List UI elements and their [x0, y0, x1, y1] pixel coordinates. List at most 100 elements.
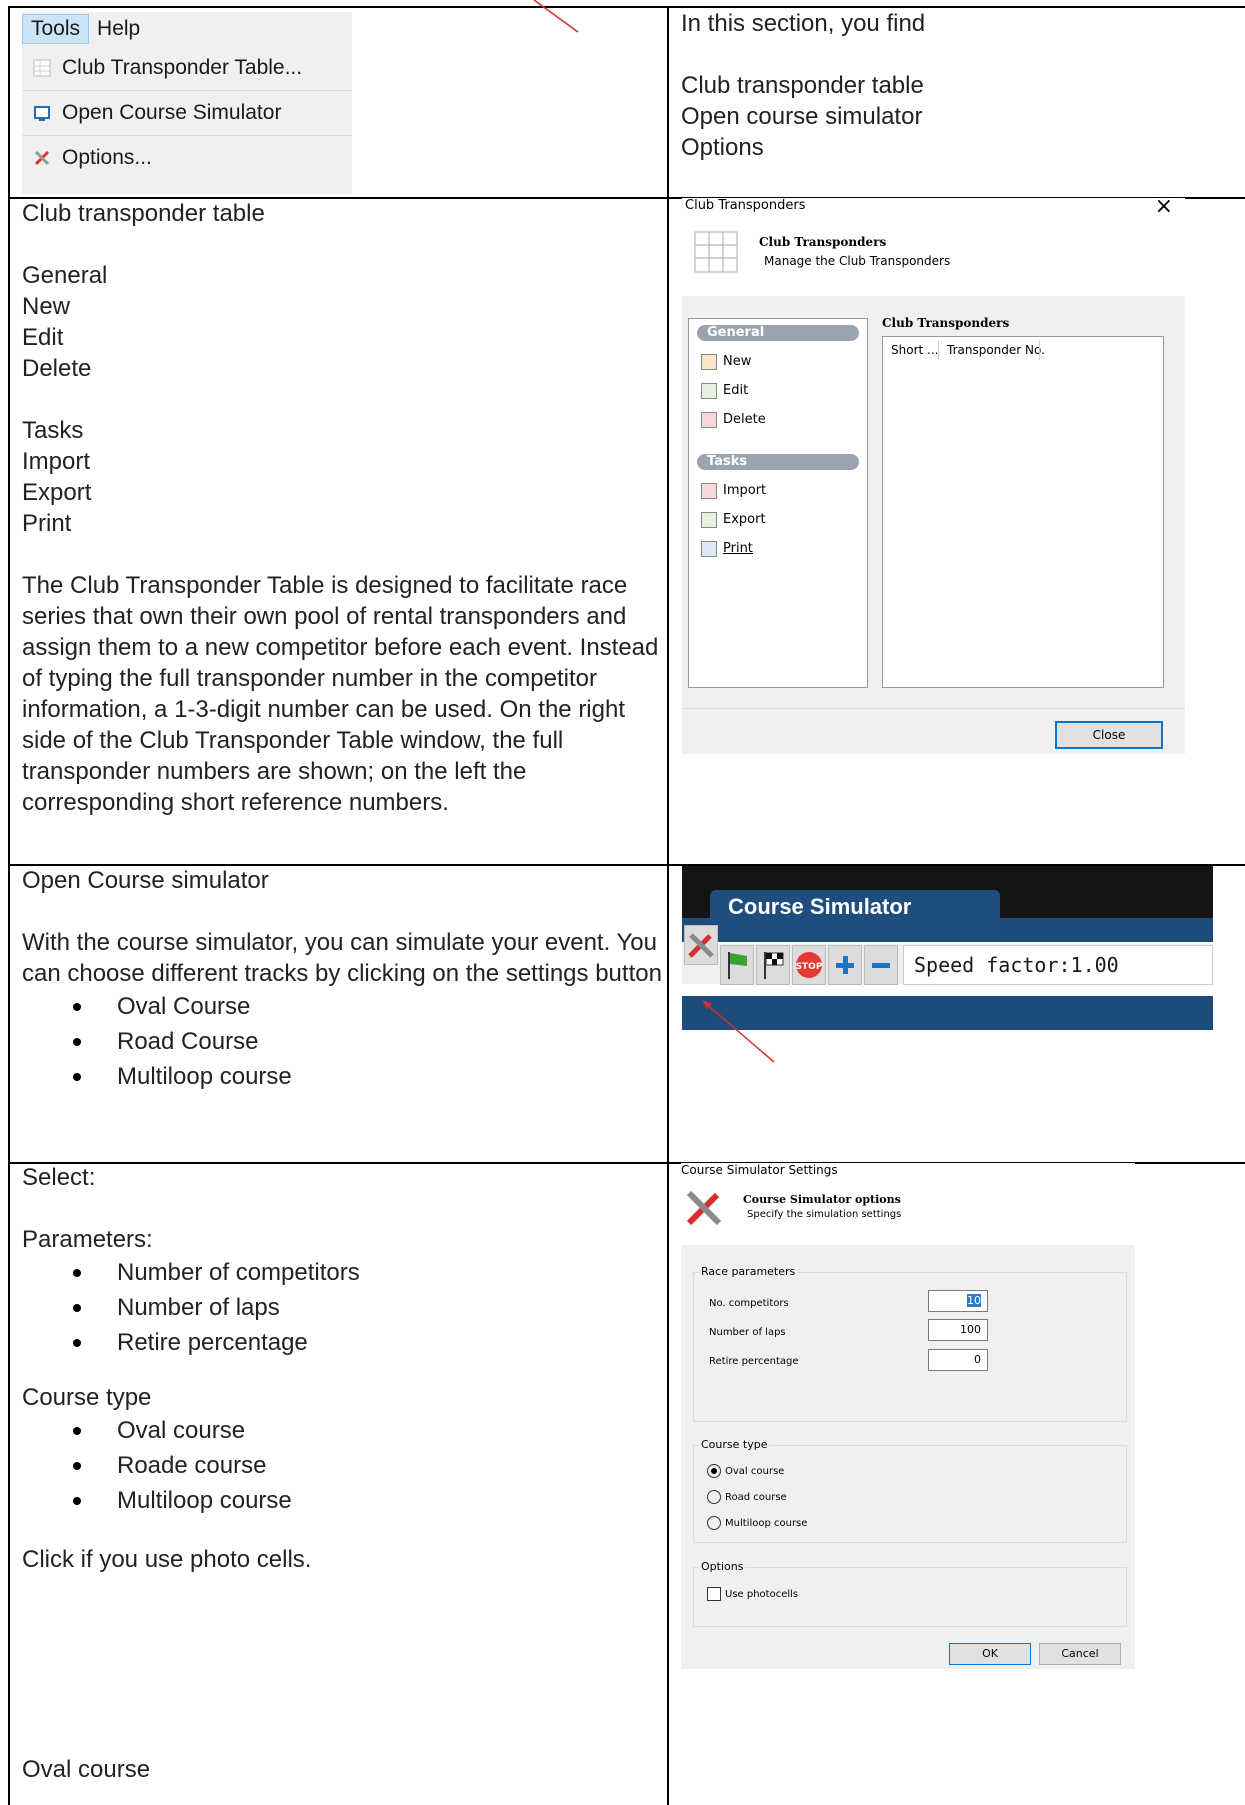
intro-line: Open course simulator — [681, 103, 923, 130]
close-button[interactable]: Close — [1055, 721, 1163, 749]
list-item: Multiloop course — [22, 1059, 662, 1094]
print-button[interactable]: Print — [689, 534, 867, 563]
group-title: Course type — [699, 1438, 770, 1451]
checkbox-label: Use photocells — [725, 1589, 799, 1600]
item-label: Print — [723, 541, 753, 556]
radio-road[interactable]: Road course — [707, 1490, 787, 1504]
window-title: Course Simulator Settings — [681, 1163, 838, 1177]
list-item: Number of competitors — [22, 1255, 662, 1290]
heading: Club transponder table — [22, 200, 265, 227]
header-title: Club Transponders — [759, 235, 887, 249]
stop-label: STOP — [796, 962, 823, 972]
radio-icon — [707, 1516, 721, 1530]
intro-line: In this section, you find — [681, 10, 926, 37]
retire-input[interactable]: 0 — [928, 1349, 988, 1371]
menu-item-label: Club Transponder Table... — [62, 56, 303, 79]
column-header-short[interactable]: Short ... — [891, 343, 938, 357]
new-icon — [701, 353, 717, 370]
settings-icon — [686, 1190, 722, 1226]
course-list: Oval course Roade course Multiloop cours… — [22, 1413, 662, 1518]
window-icon — [22, 104, 62, 122]
heading: Course type — [22, 1384, 152, 1411]
select-label: Select: — [22, 1164, 96, 1191]
row-border — [8, 6, 1245, 8]
section-intro: In this section, you find Club transpond… — [681, 8, 925, 163]
radio-label: Oval course — [725, 1466, 785, 1477]
stop-icon[interactable]: STOP — [792, 945, 826, 985]
text-line: Print — [22, 510, 72, 537]
checkbox-icon — [707, 1587, 721, 1601]
description: With the course simulator, you can simul… — [22, 929, 662, 987]
edit-icon — [701, 382, 717, 399]
item-label: Export — [723, 512, 766, 527]
field-label: Retire percentage — [709, 1356, 799, 1367]
list-item: Road Course — [22, 1024, 662, 1059]
radio-label: Road course — [725, 1492, 787, 1503]
photocells-checkbox[interactable]: Use photocells — [707, 1587, 798, 1601]
text-line: Delete — [22, 355, 92, 382]
export-button[interactable]: Export — [689, 505, 867, 534]
arrow-annotation — [702, 1000, 775, 1063]
text-line: Edit — [22, 324, 64, 351]
competitors-input[interactable]: 10 — [928, 1290, 988, 1312]
checkered-flag-icon[interactable] — [756, 945, 790, 985]
radio-label: Multiloop course — [725, 1518, 808, 1529]
group-title: Race parameters — [699, 1265, 798, 1278]
delete-button[interactable]: Delete — [689, 405, 867, 434]
edit-button[interactable]: Edit — [689, 376, 867, 405]
col-border — [8, 6, 10, 1805]
new-button[interactable]: New — [689, 347, 867, 376]
header-subtitle: Manage the Club Transponders — [764, 254, 951, 268]
radio-icon — [707, 1490, 721, 1504]
radio-oval[interactable]: Oval course — [707, 1464, 784, 1478]
arrow-annotation — [533, 0, 579, 33]
window-title: Club Transponders — [685, 198, 806, 213]
menu-item-open-simulator[interactable]: Open Course Simulator — [22, 91, 352, 136]
ok-button[interactable]: OK — [949, 1643, 1031, 1665]
menu-item-label: Open Course Simulator — [62, 101, 282, 124]
list-item: Roade course — [22, 1448, 662, 1483]
heading: Open Course simulator — [22, 867, 269, 894]
menu-item-options[interactable]: Options... — [22, 136, 352, 180]
menu-item-club-transponder[interactable]: Club Transponder Table... — [22, 46, 352, 91]
transponder-list[interactable]: Short ... Transponder No. — [882, 336, 1164, 688]
menu-tools[interactable]: Tools — [22, 14, 90, 44]
general-header: General — [697, 325, 859, 341]
list-item: Oval course — [22, 1413, 662, 1448]
list-item: Oval Course — [22, 989, 662, 1024]
oval-heading: Oval course — [22, 1756, 151, 1783]
list-item: Number of laps — [22, 1290, 662, 1325]
import-icon — [701, 482, 717, 499]
intro-line: Options — [681, 134, 764, 161]
item-label: Delete — [723, 412, 766, 427]
plus-icon[interactable] — [828, 945, 862, 985]
tools-icon — [22, 149, 62, 167]
export-icon — [701, 511, 717, 528]
cancel-button[interactable]: Cancel — [1039, 1643, 1121, 1665]
settings-icon[interactable] — [684, 925, 718, 965]
radio-multiloop[interactable]: Multiloop course — [707, 1516, 807, 1530]
menu-help[interactable]: Help — [89, 15, 148, 43]
group-title: Options — [699, 1560, 746, 1573]
intro-line — [681, 39, 925, 70]
simulator-text: Open Course simulator With the course si… — [22, 865, 662, 1094]
list-item: Retire percentage — [22, 1325, 662, 1360]
text-line: New — [22, 293, 71, 320]
race-parameters-group — [693, 1272, 1127, 1422]
minus-icon[interactable] — [864, 945, 898, 985]
column-header-transponder[interactable]: Transponder No. — [947, 343, 1045, 357]
import-button[interactable]: Import — [689, 476, 867, 505]
delete-icon — [701, 411, 717, 428]
close-icon[interactable]: × — [1155, 194, 1173, 219]
green-flag-icon[interactable] — [720, 945, 754, 985]
simulator-settings-dialog: Course Simulator Settings Course Simulat… — [681, 1163, 1135, 1669]
menu-item-label: Options... — [62, 146, 152, 169]
item-label: New — [723, 354, 752, 369]
laps-input[interactable]: 100 — [928, 1319, 988, 1341]
track-list: Oval Course Road Course Multiloop course — [22, 989, 662, 1094]
item-label: Edit — [723, 383, 749, 398]
simulator-tab[interactable]: Course Simulator — [710, 890, 1000, 930]
tools-menu: Tools Help Club Transponder Table... Ope… — [22, 12, 352, 194]
text-line: Export — [22, 479, 92, 506]
table-icon — [22, 59, 62, 77]
